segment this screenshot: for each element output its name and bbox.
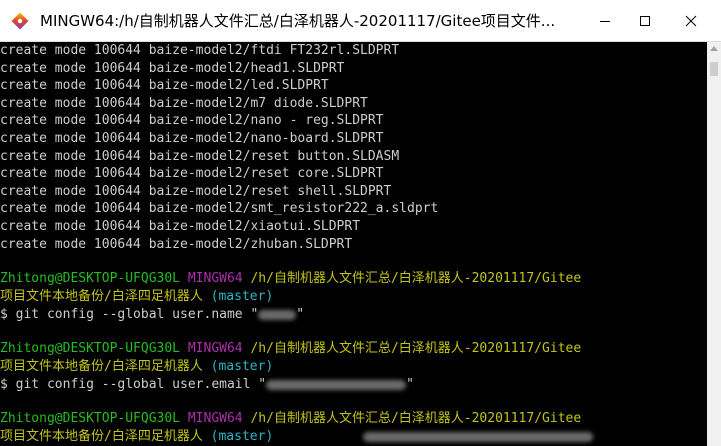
prompt-line-cont: 项目文件本地备份/白泽四足机器人 (master) [0, 358, 273, 376]
command-text: $ git config --global user.email " [0, 377, 267, 392]
create-line: create mode 100644 baize-model2/head1.SL… [0, 60, 345, 76]
redacted-text [266, 379, 407, 390]
close-icon [685, 15, 697, 27]
prompt-branch: (master) [210, 429, 274, 444]
create-line: create mode 100644 baize-model2/reset bu… [0, 148, 400, 164]
title-bar[interactable]: MINGW64:/h/自制机器人文件汇总/白泽机器人-20201117/Gite… [0, 0, 721, 42]
prompt-path: /h/自制机器人文件汇总/白泽机器人-20201117/Gitee [250, 411, 582, 426]
prompt-user-host: Zhitong@DESKTOP-UFQG30L [0, 411, 181, 426]
create-line: create mode 100644 baize-model2/led.SLDP… [0, 78, 329, 94]
command-text: $ git config --global user.name " [0, 307, 259, 322]
redacted-text [258, 309, 297, 320]
create-line: create mode 100644 baize-model2/m7 diode… [0, 95, 368, 111]
prompt-env: MINGW64 [187, 271, 243, 286]
redacted-text [363, 431, 594, 442]
prompt-path-cont: 项目文件本地备份/白泽四足机器人 [0, 429, 203, 444]
git-bash-icon [11, 12, 29, 30]
create-line: create mode 100644 baize-model2/zhuban.S… [0, 236, 353, 252]
terminal-window: MINGW64:/h/自制机器人文件汇总/白泽机器人-20201117/Gite… [0, 0, 721, 446]
prompt-env: MINGW64 [187, 411, 243, 426]
command-line: $ git config --global user.email " " [0, 376, 414, 394]
create-line: create mode 100644 baize-model2/nano - r… [0, 113, 384, 129]
create-line: create mode 100644 baize-model2/nano-boa… [0, 131, 384, 146]
prompt-line-cont: 项目文件本地备份/白泽四足机器人 (master) [0, 288, 273, 306]
command-quote: " [296, 307, 305, 322]
prompt-path: /h/自制机器人文件汇总/白泽机器人-20201117/Gitee [250, 271, 582, 286]
prompt-path: /h/自制机器人文件汇总/白泽机器人-20201117/Gitee [250, 341, 582, 356]
prompt-env: MINGW64 [187, 341, 243, 356]
prompt-branch: (master) [210, 359, 274, 374]
command-line: $ git config --global user.name " " [0, 306, 304, 324]
terminal-output[interactable]: create mode 100644 baize-model2/ftdi FT2… [0, 42, 707, 446]
prompt-branch: (master) [210, 289, 274, 304]
command-quote: " [406, 377, 414, 392]
prompt-line: Zhitong@DESKTOP-UFQG30L MINGW64 /h/自制机器人… [0, 270, 581, 288]
prompt-path-cont: 项目文件本地备份/白泽四足机器人 [0, 289, 203, 304]
prompt-line: Zhitong@DESKTOP-UFQG30L MINGW64 /h/自制机器人… [0, 340, 581, 358]
scroll-up-arrow-icon[interactable] [710, 46, 718, 51]
maximize-icon [640, 16, 650, 26]
scroll-thumb[interactable] [710, 62, 718, 76]
prompt-user-host: Zhitong@DESKTOP-UFQG30L [0, 341, 181, 356]
prompt-line-cont: 项目文件本地备份/白泽四足机器人 (master) [0, 428, 594, 446]
close-button[interactable] [668, 0, 714, 42]
prompt-line: Zhitong@DESKTOP-UFQG30L MINGW64 /h/自制机器人… [0, 410, 581, 428]
vertical-scrollbar[interactable] [707, 42, 721, 446]
create-line: create mode 100644 baize-model2/reset co… [0, 166, 384, 182]
prompt-path-cont: 项目文件本地备份/白泽四足机器人 [0, 359, 203, 374]
create-line: create mode 100644 baize-model2/smt_resi… [0, 201, 439, 217]
create-line: create mode 100644 baize-model2/xiaotui.… [0, 219, 361, 234]
create-line: create mode 100644 baize-model2/ftdi FT2… [0, 43, 400, 58]
maximize-button[interactable] [622, 0, 668, 42]
prompt-user-host: Zhitong@DESKTOP-UFQG30L [0, 271, 181, 286]
minimize-icon [600, 21, 610, 22]
window-title: MINGW64:/h/自制机器人文件汇总/白泽机器人-20201117/Gite… [40, 12, 556, 30]
create-line: create mode 100644 baize-model2/reset sh… [0, 183, 392, 199]
